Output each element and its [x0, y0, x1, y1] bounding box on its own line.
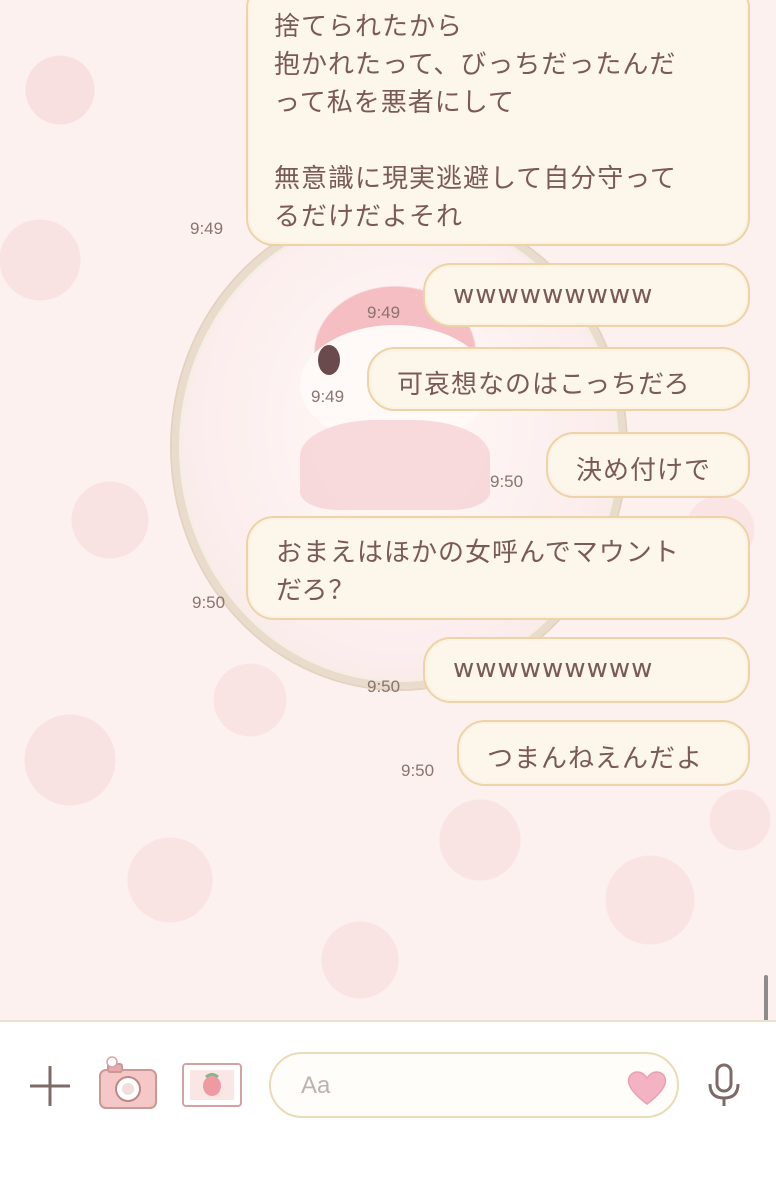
- message-bubble[interactable]: 捨てられたから 抱かれたって、びっちだったんだ って私を悪者にして 無意識に現実…: [246, 0, 750, 246]
- message-text: wwwwwwwww: [453, 654, 654, 684]
- message-time: 9:49: [190, 219, 224, 238]
- message-text: つまんねえんだよ: [487, 744, 704, 774]
- message-bubble[interactable]: wwwwwwwww: [423, 637, 750, 703]
- message-time: 9:50: [192, 593, 226, 612]
- message-bubble[interactable]: おまえはほかの女呼んでマウント だろ？: [246, 516, 750, 620]
- message-text: 可哀想なのはこっちだろ: [397, 370, 691, 400]
- wallpaper-character-dress: [300, 420, 490, 510]
- heart-icon[interactable]: [625, 1068, 669, 1106]
- message-time: 9:49: [311, 387, 345, 406]
- message-input[interactable]: Aa: [269, 1052, 679, 1118]
- wallpaper-character-eye: [318, 345, 340, 375]
- message-bubble[interactable]: 可哀想なのはこっちだろ: [367, 347, 750, 411]
- photo-icon[interactable]: [180, 1058, 244, 1110]
- message-text: wwwwwwwww: [453, 280, 654, 310]
- message-text: 決め付けで: [576, 456, 712, 486]
- message-time: 9:50: [490, 472, 524, 491]
- message-bubble[interactable]: 決め付けで: [546, 432, 750, 498]
- message-time: 9:50: [367, 677, 401, 696]
- message-bubble[interactable]: wwwwwwwww: [423, 263, 750, 327]
- message-text: おまえはほかの女呼んでマウント だろ？: [276, 538, 680, 606]
- plus-icon[interactable]: [28, 1064, 72, 1108]
- input-placeholder: Aa: [301, 1072, 331, 1099]
- message-bubble[interactable]: つまんねえんだよ: [457, 720, 750, 786]
- microphone-icon[interactable]: [704, 1062, 744, 1110]
- message-time: 9:49: [367, 303, 401, 322]
- camera-icon[interactable]: [96, 1056, 160, 1112]
- input-bar: Aa: [0, 1020, 776, 1202]
- message-text: 捨てられたから 抱かれたって、びっちだったんだ って私を悪者にして 無意識に現実…: [274, 12, 677, 232]
- message-time: 9:50: [401, 761, 435, 780]
- scrollbar[interactable]: [764, 975, 768, 1025]
